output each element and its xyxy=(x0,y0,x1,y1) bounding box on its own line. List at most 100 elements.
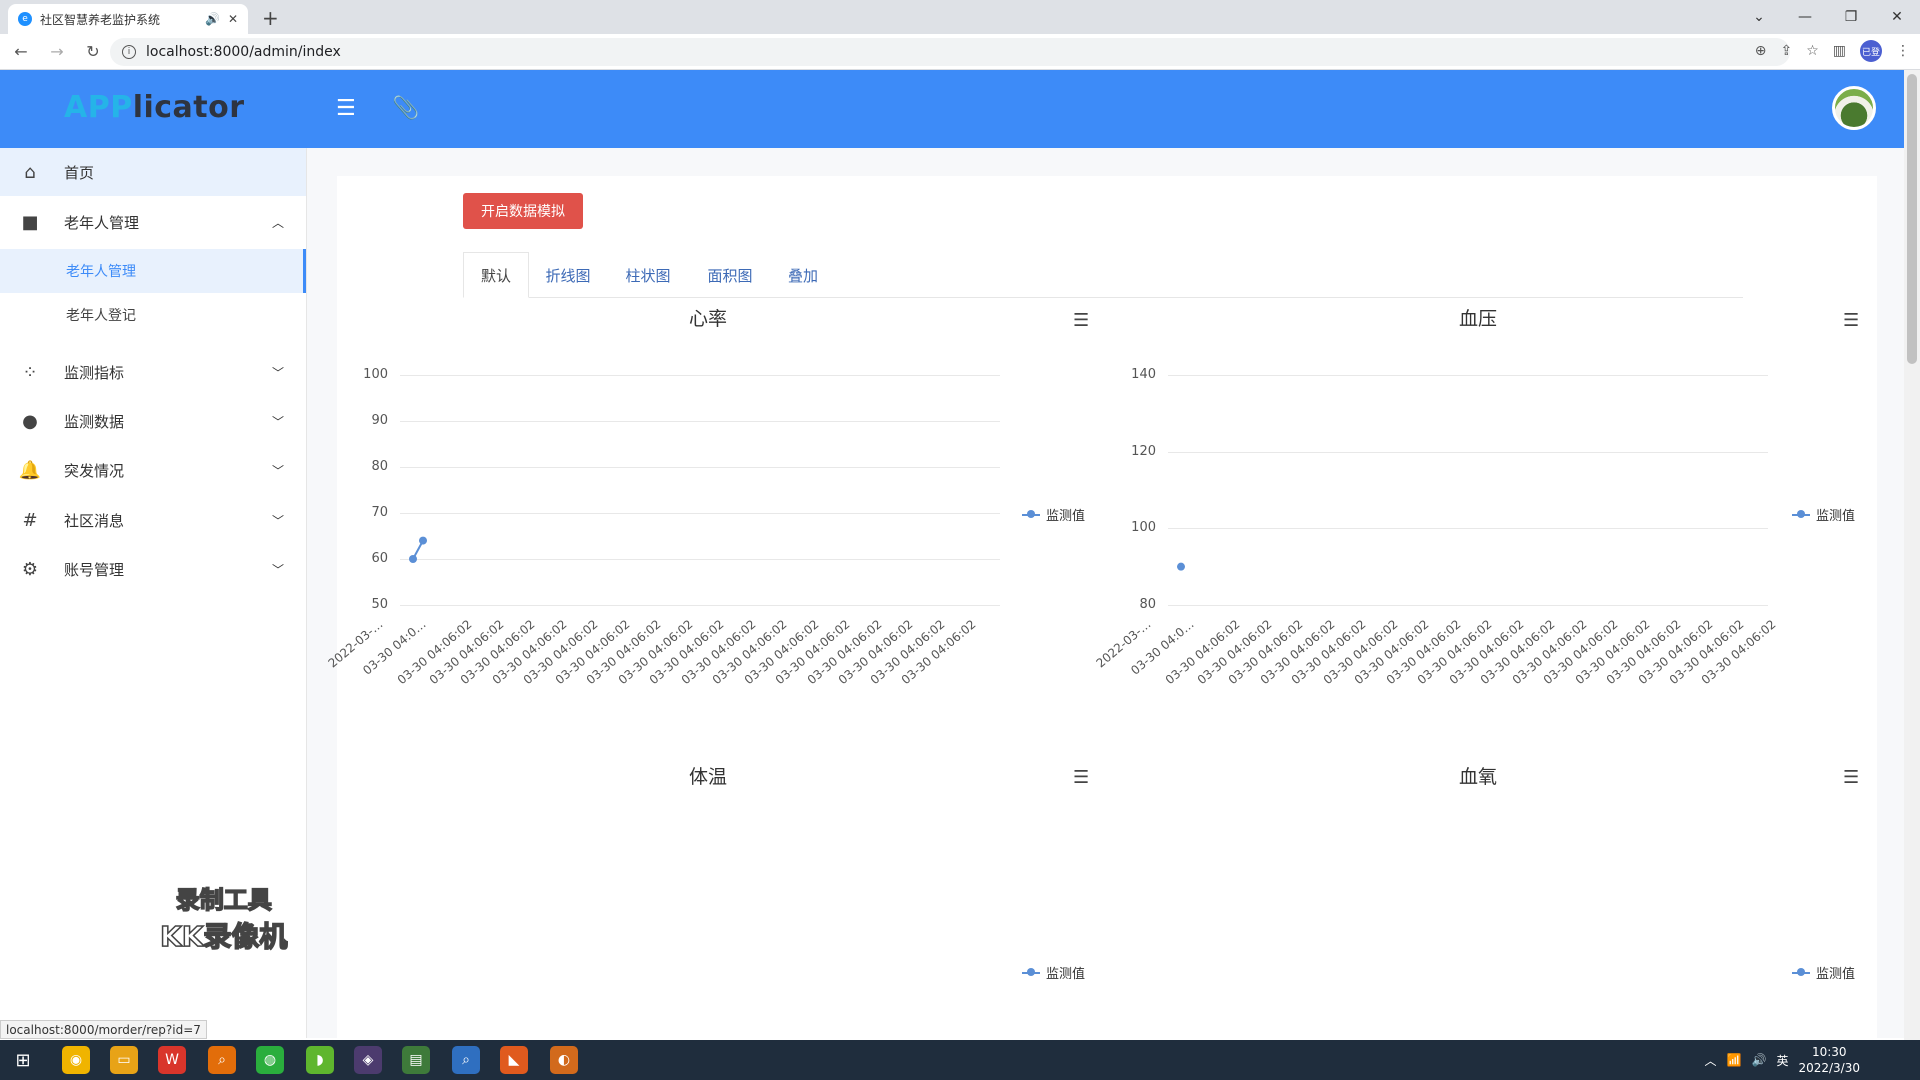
start-simulation-button[interactable]: 开启数据模拟 xyxy=(463,193,583,229)
chevron-down-icon: ﹀ xyxy=(271,365,284,380)
green-app-icon[interactable]: ◗ xyxy=(306,1046,334,1074)
legend-marker-icon xyxy=(1792,967,1810,976)
taskbar-clock[interactable]: 10:30 2022/3/30 xyxy=(1798,1044,1860,1076)
tab-default[interactable]: 默认 xyxy=(463,252,529,298)
sidebar-item-label: 社区消息 xyxy=(64,511,125,530)
game-app-icon[interactable]: ◈ xyxy=(354,1046,382,1074)
gears-icon: ⚙ xyxy=(21,558,39,580)
side-panel-icon[interactable]: ▥ xyxy=(1833,43,1846,59)
body-temp-chart-title: 体温 xyxy=(688,766,727,788)
chart-tabs: 默认 折线图 柱状图 面积图 叠加 xyxy=(463,252,1743,298)
tab-area-chart[interactable]: 面积图 xyxy=(695,252,765,298)
sidebar-item-community-messages[interactable]: # 社区消息 ﹀ xyxy=(0,496,306,544)
collapse-menu-icon[interactable]: ☰ xyxy=(336,96,356,121)
sidebar-item-label: 老年人管理 xyxy=(64,213,140,232)
site-favicon-icon: e xyxy=(18,12,32,26)
notepad-app-icon[interactable]: ▤ xyxy=(402,1046,430,1074)
submenu-elderly-management[interactable]: 老年人管理 xyxy=(0,249,306,293)
tab-search-icon[interactable]: ⌄ xyxy=(1736,0,1782,34)
back-button[interactable]: ← xyxy=(6,42,36,61)
wechat-icon[interactable]: ◍ xyxy=(256,1046,284,1074)
y-tick-label: 80 xyxy=(371,459,388,474)
hamburger-menu-icon[interactable]: ☰ xyxy=(1843,310,1859,331)
url-text: localhost:8000/admin/index xyxy=(146,44,341,60)
magnifier-app-icon[interactable]: ⌕ xyxy=(452,1046,480,1074)
y-tick-label: 70 xyxy=(371,505,388,520)
bell-icon: 🔔 xyxy=(18,459,42,481)
y-tick-label: 140 xyxy=(1131,367,1156,382)
ime-indicator[interactable]: 英 xyxy=(1776,1052,1788,1069)
hamburger-menu-icon[interactable]: ☰ xyxy=(1073,767,1089,788)
profile-avatar[interactable]: 已登 xyxy=(1860,40,1882,62)
chrome-app-icon[interactable]: ◉ xyxy=(62,1046,90,1074)
sidebar-item-monitoring-indicators[interactable]: ⁘ 监测指标 ﹀ xyxy=(0,348,306,396)
blood-pressure-chart-title: 血压 xyxy=(1458,308,1497,330)
hamburger-menu-icon[interactable]: ☰ xyxy=(1073,310,1089,331)
sidebar-item-label: 首页 xyxy=(64,163,95,182)
reload-button[interactable]: ↻ xyxy=(78,42,108,61)
orange-app-icon[interactable]: ◣ xyxy=(500,1046,528,1074)
page-scrollbar[interactable] xyxy=(1904,70,1920,1040)
chevron-down-icon: ﹀ xyxy=(271,414,284,429)
link-status-bar: localhost:8000/morder/rep?id=7 xyxy=(0,1020,207,1039)
site-info-icon[interactable]: i xyxy=(122,45,136,59)
recorder-app-icon[interactable]: ◐ xyxy=(550,1046,578,1074)
sidebar-item-monitoring-data[interactable]: ● 监测数据 ﹀ xyxy=(0,397,306,445)
sidebar-item-home[interactable]: ⌂ 首页 xyxy=(0,148,306,196)
wifi-icon[interactable]: 📶 xyxy=(1727,1053,1742,1067)
tab-close-icon[interactable]: ✕ xyxy=(228,12,238,26)
browser-menu-icon[interactable]: ⋮ xyxy=(1896,43,1910,59)
body-temp-legend[interactable]: 监测值 xyxy=(1022,963,1085,982)
chevron-down-icon: ﹀ xyxy=(271,463,284,478)
window-close-button[interactable]: ✕ xyxy=(1874,0,1920,34)
square-icon: ■ xyxy=(21,211,39,233)
wps-icon[interactable]: W xyxy=(158,1046,186,1074)
y-tick-label: 60 xyxy=(371,551,388,566)
browser-tab[interactable]: e 社区智慧养老监护系统 🔊 ✕ xyxy=(8,4,248,34)
share-icon[interactable]: ⇪ xyxy=(1780,43,1792,59)
recorder-watermark: 录制工具 KK录像机 xyxy=(159,885,288,954)
tab-line-chart[interactable]: 折线图 xyxy=(533,252,603,298)
minimize-button[interactable]: — xyxy=(1782,0,1828,34)
gridline xyxy=(400,375,1000,376)
new-tab-button[interactable]: + xyxy=(262,6,279,30)
forward-button[interactable]: → xyxy=(42,42,72,61)
hamburger-menu-icon[interactable]: ☰ xyxy=(1843,767,1859,788)
blood-oxygen-legend[interactable]: 监测值 xyxy=(1792,963,1855,982)
sidebar-item-account-management[interactable]: ⚙ 账号管理 ﹀ xyxy=(0,545,306,593)
scrollbar-thumb[interactable] xyxy=(1907,74,1917,364)
speaker-icon[interactable]: 🔊 xyxy=(205,12,220,26)
heart-rate-legend[interactable]: 监测值 xyxy=(1022,505,1085,524)
home-icon: ⌂ xyxy=(24,161,36,183)
paperclip-icon[interactable]: 📎 xyxy=(392,96,419,121)
address-bar[interactable]: i localhost:8000/admin/index xyxy=(110,38,1790,66)
zoom-icon[interactable]: ⊕ xyxy=(1755,43,1767,59)
windows-start-icon[interactable]: ⊞ xyxy=(0,1040,46,1080)
app-header: APPlicator ☰ 📎 xyxy=(0,70,1904,148)
y-tick-label: 50 xyxy=(371,597,388,612)
volume-icon[interactable]: 🔊 xyxy=(1752,1053,1767,1067)
y-tick-label: 100 xyxy=(1131,520,1156,536)
sidebar-item-emergencies[interactable]: 🔔 突发情况 ﹀ xyxy=(0,446,306,494)
address-toolbar: ← → ↻ i localhost:8000/admin/index ⊕ ⇪ ☆… xyxy=(0,34,1920,70)
tab-bar-chart[interactable]: 柱状图 xyxy=(613,252,683,298)
user-avatar[interactable] xyxy=(1832,86,1876,130)
sidebar-item-label: 监测数据 xyxy=(64,412,125,431)
gridline xyxy=(1168,451,1768,453)
blood-pressure-legend[interactable]: 监测值 xyxy=(1792,505,1855,524)
bookmark-star-icon[interactable]: ☆ xyxy=(1806,43,1819,59)
tab-overlay[interactable]: 叠加 xyxy=(775,252,831,298)
gridline xyxy=(1168,375,1768,376)
chevron-up-icon: ︿ xyxy=(271,215,284,230)
legend-marker-icon xyxy=(1022,967,1040,976)
y-tick-label: 80 xyxy=(1139,597,1156,612)
windows-taskbar: ⊞ ◉ ▭ W ⌕ ◍ ◗ ◈ ▤ ⌕ ◣ ◐ ︿ 📶 🔊 英 10:30 20… xyxy=(0,1040,1920,1080)
tray-expand-icon[interactable]: ︿ xyxy=(1705,1052,1717,1069)
hash-icon: # xyxy=(22,509,38,531)
submenu-elderly-registration[interactable]: 老年人登记 xyxy=(0,293,306,337)
browser-tab-bar: e 社区智慧养老监护系统 🔊 ✕ + ⌄ — ❐ ✕ xyxy=(0,0,1920,34)
search-app-icon[interactable]: ⌕ xyxy=(208,1046,236,1074)
file-explorer-icon[interactable]: ▭ xyxy=(110,1046,138,1074)
sidebar-item-elderly-management[interactable]: ■ 老年人管理 ︿ xyxy=(0,198,306,246)
restore-button[interactable]: ❐ xyxy=(1828,0,1874,34)
